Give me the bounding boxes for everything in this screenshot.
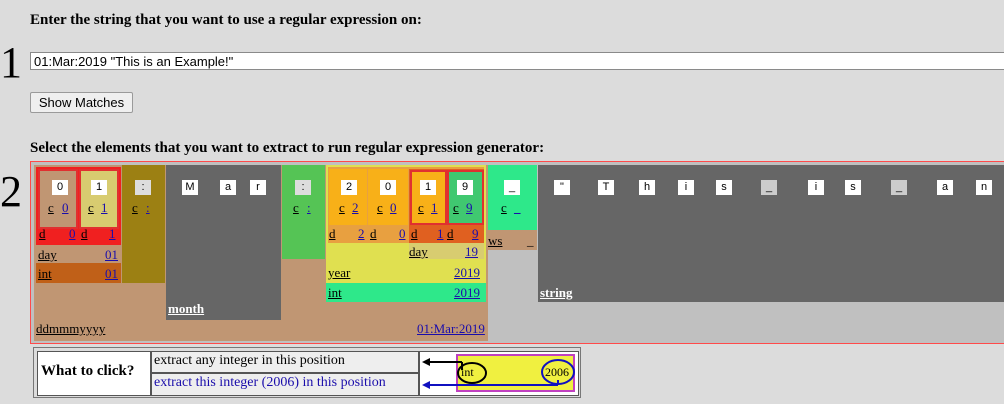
- c-value-0b[interactable]: 0: [390, 201, 397, 215]
- c-value-1[interactable]: 1: [101, 201, 108, 215]
- day-value[interactable]: 01: [105, 248, 118, 262]
- char-i[interactable]: i: [678, 180, 694, 195]
- char-s-2[interactable]: s: [845, 180, 861, 195]
- d-label-1[interactable]: d: [81, 227, 88, 241]
- step-number-2: 2: [0, 167, 22, 216]
- d-label-0[interactable]: d: [39, 227, 46, 241]
- d-label-9[interactable]: d: [447, 227, 454, 241]
- char-colon-2[interactable]: :: [295, 180, 311, 195]
- legend-row-any-int: extract any integer in this position: [151, 351, 419, 373]
- legend-icon-cell: int 2006: [419, 351, 579, 396]
- c-label-colon-1[interactable]: c: [132, 201, 138, 215]
- d-value-0b[interactable]: 0: [399, 227, 406, 241]
- char-a[interactable]: a: [220, 180, 236, 195]
- char-n[interactable]: n: [976, 180, 992, 195]
- c-value-colon-1[interactable]: :: [146, 201, 150, 215]
- char-9[interactable]: 9: [457, 180, 473, 195]
- c-label-space[interactable]: c: [501, 201, 507, 215]
- d-label-2[interactable]: d: [329, 227, 336, 241]
- d-value-9[interactable]: 9: [472, 227, 479, 241]
- step-number-1: 1: [0, 38, 22, 87]
- char-M[interactable]: M: [182, 180, 198, 195]
- char-i-2[interactable]: i: [808, 180, 824, 195]
- legend-icon-value-label: 2006: [545, 365, 569, 379]
- d-value-1b[interactable]: 1: [437, 227, 444, 241]
- char-1b[interactable]: 1: [420, 180, 436, 195]
- month-label[interactable]: month: [168, 302, 204, 316]
- year-label[interactable]: year: [328, 266, 350, 280]
- ws-label[interactable]: ws: [488, 234, 502, 248]
- char-h[interactable]: h: [639, 180, 655, 195]
- c-label-9[interactable]: c: [453, 201, 459, 215]
- step2-heading: Select the elements that you want to ext…: [30, 140, 545, 156]
- c-label-colon-2[interactable]: c: [293, 201, 299, 215]
- char-quote[interactable]: ": [554, 180, 570, 195]
- extraction-area: ddmmmyyyy 01:Mar:2019 0 c 0 1 c 1 d 0 d …: [30, 161, 1004, 344]
- legend-any-int-text: extract any integer in this position: [154, 353, 345, 368]
- c-value-1b[interactable]: 1: [431, 201, 438, 215]
- c-label-1[interactable]: c: [88, 201, 94, 215]
- c-label-2[interactable]: c: [339, 201, 345, 215]
- ddmmmyyyy-label[interactable]: ddmmmyyyy: [36, 322, 105, 336]
- d-label-0b[interactable]: d: [370, 227, 377, 241]
- legend-icon-int-label: int: [461, 365, 474, 379]
- char-a-2[interactable]: a: [937, 180, 953, 195]
- char-box-0[interactable]: [38, 169, 78, 229]
- show-matches-button[interactable]: Show Matches: [30, 92, 133, 113]
- char-space[interactable]: _: [504, 180, 520, 195]
- d-value-1[interactable]: 1: [109, 227, 116, 241]
- d-value-0[interactable]: 0: [69, 227, 76, 241]
- int-2-value[interactable]: 2019: [454, 286, 480, 300]
- c-label-0b[interactable]: c: [377, 201, 383, 215]
- c-value-0[interactable]: 0: [62, 201, 69, 215]
- c-value-colon-2[interactable]: :: [307, 201, 311, 215]
- char-1[interactable]: 1: [91, 180, 107, 195]
- char-box-1b[interactable]: [410, 170, 447, 225]
- char-0b[interactable]: 0: [380, 180, 396, 195]
- int-label[interactable]: int: [38, 267, 52, 281]
- day-2-value[interactable]: 19: [465, 245, 478, 259]
- char-s[interactable]: s: [716, 180, 732, 195]
- char-colon-1[interactable]: :: [135, 180, 151, 195]
- legend-title: What to click?: [41, 363, 135, 379]
- int-value[interactable]: 01: [105, 267, 118, 281]
- c-value-9[interactable]: 9: [466, 201, 473, 215]
- day-2-label[interactable]: day: [409, 245, 428, 259]
- step1-heading: Enter the string that you want to use a …: [30, 12, 422, 28]
- char-2[interactable]: 2: [341, 180, 357, 195]
- legend-table: What to click? extract any integer in th…: [33, 347, 581, 398]
- char-space-2[interactable]: _: [761, 180, 777, 195]
- char-box-1[interactable]: [79, 169, 119, 229]
- ws-value: _: [527, 233, 534, 248]
- regex-string-input[interactable]: [30, 52, 1004, 70]
- d-value-2[interactable]: 2: [358, 227, 365, 241]
- legend-title-cell: What to click?: [37, 351, 151, 396]
- char-0[interactable]: 0: [52, 180, 68, 195]
- date-value-link[interactable]: 01:Mar:2019: [417, 322, 485, 336]
- char-box-2[interactable]: [329, 169, 367, 225]
- char-box-9[interactable]: [447, 170, 484, 225]
- int-2-label[interactable]: int: [328, 286, 342, 300]
- day-label[interactable]: day: [38, 248, 57, 262]
- string-label[interactable]: string: [540, 286, 573, 300]
- char-T[interactable]: T: [598, 180, 614, 195]
- legend-row-this-int: extract this integer (2006) in this posi…: [151, 373, 419, 396]
- d-label-1b[interactable]: d: [411, 227, 418, 241]
- char-box-space[interactable]: [488, 165, 537, 230]
- c-value-space[interactable]: _: [514, 201, 521, 215]
- char-r[interactable]: r: [250, 180, 266, 195]
- c-value-2[interactable]: 2: [352, 201, 359, 215]
- char-box-0b[interactable]: [368, 169, 408, 225]
- c-label-1b[interactable]: c: [418, 201, 424, 215]
- legend-this-int-text: extract this integer (2006) in this posi…: [154, 375, 386, 390]
- year-value[interactable]: 2019: [454, 266, 480, 280]
- char-space-3[interactable]: _: [891, 180, 907, 195]
- c-label-0[interactable]: c: [48, 201, 54, 215]
